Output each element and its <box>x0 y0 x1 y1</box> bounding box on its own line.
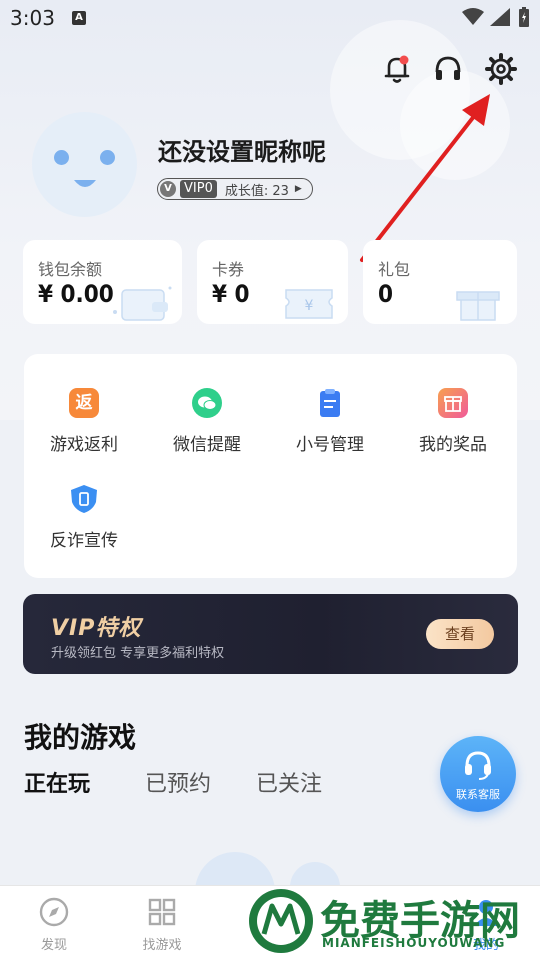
avatar-eye-right <box>100 150 115 165</box>
clipboard-icon <box>315 388 345 418</box>
watermark-subtext: MIANFEISHOUYOUWANG <box>322 936 506 950</box>
gift-icon <box>438 388 468 418</box>
function-wechat-remind[interactable]: 微信提醒 <box>147 388 267 455</box>
signal-icon <box>490 8 510 26</box>
tab-reserved[interactable]: 已预约 <box>145 766 211 798</box>
customer-service-label: 联系客服 <box>456 788 500 801</box>
vip-banner-title: VIP特权 <box>51 616 142 641</box>
nav-label: 发现 <box>40 938 67 953</box>
nav-find-games[interactable]: 找游戏 <box>122 896 202 953</box>
card-value: ¥ 0 <box>212 280 250 308</box>
grid-icon <box>148 898 176 926</box>
function-label: 我的奖品 <box>419 435 487 455</box>
vip-growth-badge[interactable]: V VIP0 成长值: 23 ▶ <box>157 178 313 200</box>
function-label: 小号管理 <box>296 435 364 455</box>
function-my-prizes[interactable]: 我的奖品 <box>393 388 513 455</box>
nickname[interactable]: 还没设置昵称呢 <box>158 132 326 167</box>
rebate-icon: 返 <box>69 388 99 418</box>
card-label: 钱包余额 <box>38 260 103 279</box>
nav-discover[interactable]: 发现 <box>14 896 94 953</box>
card-value: 0 <box>378 280 394 308</box>
vip-view-button[interactable]: 查看 <box>426 619 494 649</box>
function-label: 反诈宣传 <box>50 531 118 551</box>
wifi-icon <box>462 8 484 25</box>
watermark: 免费手游网 MIANFEISHOUYOUWANG <box>240 880 540 960</box>
wechat-icon <box>192 388 222 418</box>
function-anti-fraud[interactable]: 反诈宣传 <box>24 484 144 551</box>
my-games-title: 我的游戏 <box>24 721 137 754</box>
giftbox-icon <box>456 291 500 321</box>
notification-a-icon: A <box>72 11 86 25</box>
status-bar: 3:03 A <box>0 0 540 36</box>
avatar-eye-left <box>54 150 69 165</box>
gift-pack-card[interactable]: 礼包 0 <box>363 240 517 324</box>
card-label: 礼包 <box>378 260 411 279</box>
wallet-icon <box>113 286 172 321</box>
battery-icon <box>519 7 529 27</box>
function-sub-account[interactable]: 小号管理 <box>270 388 390 455</box>
vip-banner-subtitle: 升级领红包 专享更多福利特权 <box>51 646 225 661</box>
nav-label: 找游戏 <box>142 938 182 953</box>
tab-playing[interactable]: 正在玩 <box>24 766 90 798</box>
vip-level: VIP0 <box>180 180 217 198</box>
notification-bell-icon[interactable] <box>380 52 414 86</box>
function-panel: 返 游戏返利 微信提醒 小号管理 我的奖品 反诈宣传 <box>24 354 517 578</box>
svg-text:¥: ¥ <box>305 298 314 314</box>
function-label: 微信提醒 <box>173 435 241 455</box>
vip-v-icon: V <box>160 181 176 197</box>
function-game-rebate[interactable]: 返 游戏返利 <box>24 388 144 455</box>
compass-icon <box>39 897 69 927</box>
function-label: 游戏返利 <box>50 435 118 455</box>
coupon-card[interactable]: 卡券 ¥ 0 ¥ <box>197 240 348 324</box>
growth-value: 成长值: 23 <box>224 183 289 199</box>
shield-phone-icon <box>69 484 99 514</box>
chevron-right-icon: ▶ <box>294 184 302 194</box>
tab-followed[interactable]: 已关注 <box>256 766 322 798</box>
watermark-logo <box>249 889 313 953</box>
wallet-balance-card[interactable]: 钱包余额 ¥ 0.00 <box>23 240 182 324</box>
ticket-icon: ¥ <box>285 289 333 319</box>
headset-icon <box>465 751 491 780</box>
card-value: ¥ 0.00 <box>38 280 114 308</box>
vip-privilege-banner[interactable]: VIP特权 升级领红包 专享更多福利特权 查看 <box>23 594 518 674</box>
status-time: 3:03 <box>10 6 55 30</box>
avatar[interactable] <box>32 112 137 217</box>
settings-gear-icon[interactable] <box>484 52 518 86</box>
headset-icon[interactable] <box>431 52 465 86</box>
customer-service-button[interactable]: 联系客服 <box>440 736 516 812</box>
avatar-smile <box>74 180 96 187</box>
card-label: 卡券 <box>212 260 245 279</box>
